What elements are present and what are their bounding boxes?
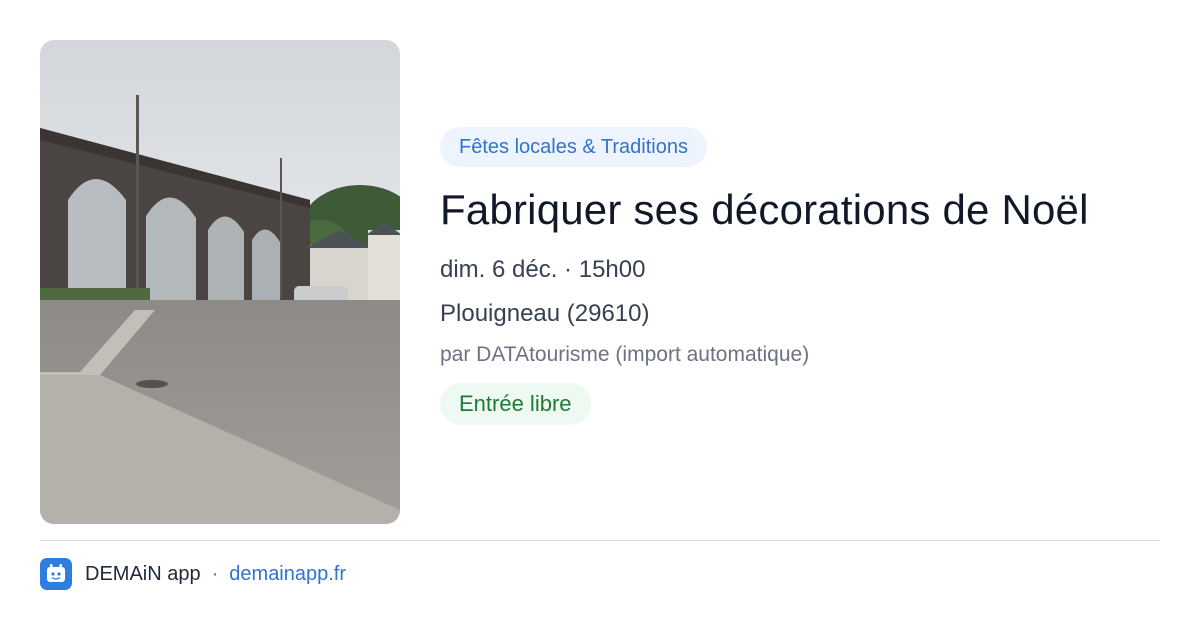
- footer-divider: [40, 540, 1160, 541]
- event-photo: [40, 40, 400, 524]
- site-link[interactable]: demainapp.fr: [229, 563, 346, 586]
- event-organizer: par DATAtourisme (import automatique): [440, 343, 810, 366]
- demain-app-logo-icon: [40, 558, 72, 590]
- event-share-card: Fêtes locales & Traditions Fabriquer ses…: [0, 0, 1200, 630]
- app-name: DEMAiN app: [85, 562, 201, 585]
- event-location: Plouigneau (29610): [440, 300, 650, 327]
- event-date: dim. 6 déc. · 15h00: [440, 256, 646, 283]
- event-title: Fabriquer ses décorations de Noël: [440, 186, 1089, 233]
- footer: DEMAiN app · demainapp.fr: [40, 558, 346, 590]
- price-badge: Entrée libre: [440, 383, 591, 425]
- category-badge[interactable]: Fêtes locales & Traditions: [440, 127, 707, 167]
- event-info: Fêtes locales & Traditions Fabriquer ses…: [440, 127, 1160, 425]
- footer-separator: ·: [211, 562, 219, 585]
